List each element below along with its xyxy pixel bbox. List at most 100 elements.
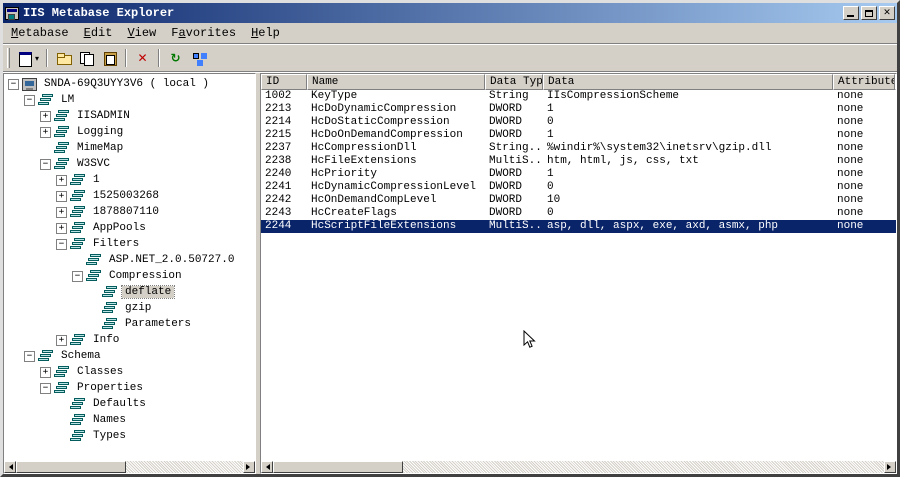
collapse-icon[interactable]: − [8,78,19,90]
tree-item-label: SNDA-69Q3UYY3V6 ( local ) [44,78,210,90]
menu-item-metabase[interactable]: Metabase [4,24,77,42]
table-row[interactable]: 2237 HcCompressionDll String... %windir%\sy… [261,142,896,155]
app-icon [5,6,19,20]
tree-item-label: IISADMIN [77,110,130,122]
scrollbar-track[interactable] [126,461,243,473]
scrollbar-thumb[interactable] [16,461,126,473]
tree-item-iisadmin[interactable]: + IISADMIN [4,108,255,124]
expand-icon[interactable]: + [40,126,51,138]
cell-id: 2215 [265,129,292,141]
column-header-data[interactable]: Data [543,74,833,90]
tree-item-compression[interactable]: − Compression [4,268,255,284]
tree-item-gzip[interactable]: gzip [4,300,255,316]
table-row[interactable]: 1002 KeyType String IIsCompressionScheme non… [261,90,896,103]
cell-data: 10 [547,194,561,206]
metabase-key-icon [54,110,70,122]
collapse-icon[interactable]: − [24,94,35,106]
collapse-icon[interactable]: − [40,382,51,394]
cell-data-type: DWORD [489,116,523,128]
menu-item-view[interactable]: View [120,24,164,42]
table-row[interactable]: 2244 HcScriptFileExtensions MultiS... asp, … [261,220,896,233]
column-header-name[interactable]: Name [307,74,485,90]
column-header-data-type[interactable]: Data Type [485,74,543,90]
table-row[interactable]: 2214 HcDoStaticCompression DWORD 0 none [261,116,896,129]
tree-item-1525003268[interactable]: +1525003268 [4,188,255,204]
minimize-button[interactable] [843,6,859,20]
expand-icon[interactable]: + [56,222,67,234]
collapse-icon[interactable]: − [72,270,83,282]
paste-button[interactable] [98,47,121,69]
tree-item-apppools[interactable]: + AppPools [4,220,255,236]
copy-button[interactable] [75,47,98,69]
tree-item-names[interactable]: Names [4,412,255,428]
toolbar-grip[interactable] [7,48,10,68]
cell-attributes: none [837,194,864,206]
table-row[interactable]: 2213 HcDoDynamicCompression DWORD 1 none [261,103,896,116]
new-key-icon [17,51,33,67]
expand-icon[interactable]: + [40,366,51,378]
network-button[interactable] [187,47,210,69]
tree-item-types[interactable]: Types [4,428,255,444]
new-key-button[interactable]: ▾ [14,47,42,69]
expand-icon[interactable]: + [56,206,67,218]
menu-item-favorites[interactable]: Favorites [164,24,244,42]
expand-icon[interactable]: + [56,190,67,202]
column-header-attributes[interactable]: Attributes [833,74,895,90]
tree-item-filters[interactable]: − Filters [4,236,255,252]
column-header-id[interactable]: ID [261,74,307,90]
table-row[interactable]: 2238 HcFileExtensions MultiS... htm, html, … [261,155,896,168]
close-button[interactable]: ✕ [879,6,895,20]
tree-item-defaults[interactable]: Defaults [4,396,255,412]
cell-data: 1 [547,129,554,141]
collapse-icon[interactable]: − [24,350,35,362]
tree-item-parameters[interactable]: Parameters [4,316,255,332]
tree-item-logging[interactable]: + Logging [4,124,255,140]
collapse-icon[interactable]: − [56,238,67,250]
tree-item-snda-69q3uyy3v6-local[interactable]: − SNDA-69Q3UYY3V6 ( local ) [4,76,255,92]
scroll-right-button[interactable] [243,461,255,473]
scroll-right-button[interactable] [884,461,896,473]
table-row[interactable]: 2241 HcDynamicCompressionLevel DWORD 0 none [261,181,896,194]
tree-item-1[interactable]: +1 [4,172,255,188]
tree-item-label: gzip [125,302,152,314]
tree-item-classes[interactable]: + Classes [4,364,255,380]
maximize-button[interactable] [861,6,877,20]
menu-item-help[interactable]: Help [244,24,288,42]
open-button[interactable] [52,47,75,69]
expand-icon[interactable]: + [56,174,67,186]
cell-attributes: none [837,129,864,141]
scrollbar-track[interactable] [403,461,884,473]
tree-item-info[interactable]: + Info [4,332,255,348]
expand-icon[interactable]: + [40,110,51,122]
menu-item-edit[interactable]: Edit [77,24,121,42]
tree-item-lm[interactable]: − LM [4,92,255,108]
cell-name: HcDoOnDemandCompression [311,129,463,141]
tree-item-1878807110[interactable]: +1878807110 [4,204,255,220]
tree-item-label: W3SVC [77,158,111,170]
close-icon: ✕ [883,8,891,18]
table-row[interactable]: 2242 HcOnDemandCompLevel DWORD 10 none [261,194,896,207]
tree-item-deflate[interactable]: deflate [4,284,255,300]
cell-data-type: DWORD [489,207,523,219]
delete-button[interactable]: ✕ [131,47,154,69]
table-row[interactable]: 2215 HcDoOnDemandCompression DWORD 1 none [261,129,896,142]
tree-item-label: Names [93,414,127,426]
scrollbar-thumb[interactable] [273,461,403,473]
refresh-button[interactable]: ↻ [164,47,187,69]
table-row[interactable]: 2240 HcPriority DWORD 1 none [261,168,896,181]
collapse-icon[interactable]: − [40,158,51,170]
scroll-left-button[interactable] [4,461,16,473]
tree-item-w3svc[interactable]: − W3SVC [4,156,255,172]
scroll-left-button[interactable] [261,461,273,473]
tree-item-properties[interactable]: − Properties [4,380,255,396]
tree-item-mimemap[interactable]: MimeMap [4,140,255,156]
expand-icon[interactable]: + [56,334,67,346]
metabase-key-icon [70,334,86,346]
main-area: − SNDA-69Q3UYY3V6 ( local ) − LM + IISADMIN + L… [3,73,897,474]
tree-horizontal-scrollbar[interactable] [4,461,255,473]
list-horizontal-scrollbar[interactable] [261,461,896,473]
tree-item-schema[interactable]: − Schema [4,348,255,364]
metabase-key-icon [70,238,86,250]
tree-item-asp-net-2-0-50727-0[interactable]: ASP.NET_2.0.50727.0 [4,252,255,268]
table-row[interactable]: 2243 HcCreateFlags DWORD 0 none [261,207,896,220]
